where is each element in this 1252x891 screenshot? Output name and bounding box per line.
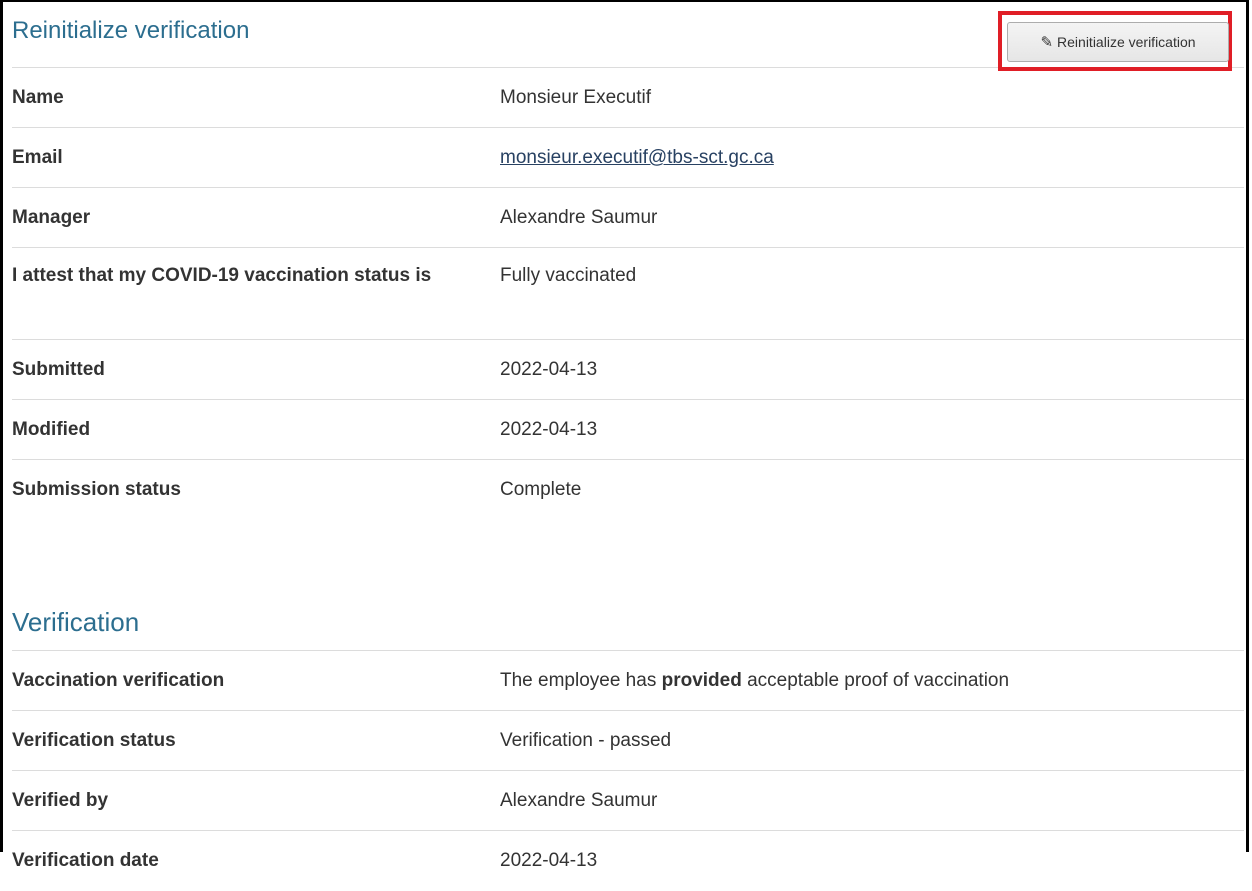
row-label: Verification date (12, 850, 159, 871)
row-label: Vaccination verification (12, 670, 225, 691)
row-value: Alexandre Saumur (500, 207, 658, 228)
row-label: Verified by (12, 790, 109, 811)
row-label: Submitted (12, 359, 105, 380)
row-value: 2022-04-13 (500, 419, 598, 440)
row-label: I attest that my COVID-19 vaccination st… (12, 265, 432, 286)
detail-row-submission-status: Submission status Complete (12, 460, 1244, 520)
row-value: The employee has provided acceptable pro… (500, 666, 1244, 710)
row-label: Submission status (12, 479, 181, 500)
section-title: Reinitialize verification (12, 17, 250, 44)
row-value: monsieur.executif@tbs-sct.gc.ca (500, 143, 1244, 187)
row-value: Alexandre Saumur (500, 790, 658, 811)
row-value: 2022-04-13 (500, 850, 598, 871)
row-value: Fully vaccinated (500, 265, 637, 286)
detail-row-verification-date: Verification date 2022-04-13 (12, 831, 1244, 891)
details-panel: Reinitialize verification Name Monsieur … (12, 0, 1244, 891)
row-value: 2022-04-13 (500, 359, 598, 380)
row-label: Manager (12, 207, 91, 228)
detail-row-verified-by: Verified by Alexandre Saumur (12, 771, 1244, 831)
verification-header: Verification (12, 593, 1244, 651)
detail-row-verification-status: Verification status Verification - passe… (12, 711, 1244, 771)
row-value: Complete (500, 479, 582, 500)
pencil-icon: ✎ (1040, 33, 1054, 51)
email-link[interactable]: monsieur.executif@tbs-sct.gc.ca (500, 147, 774, 168)
button-label: Reinitialize verification (1057, 34, 1196, 50)
row-value: Verification - passed (500, 730, 672, 751)
value-text: The employee has (500, 670, 662, 691)
row-value: Monsieur Executif (500, 87, 652, 108)
value-text: acceptable proof of vaccination (741, 670, 1010, 691)
detail-row-manager: Manager Alexandre Saumur (12, 188, 1244, 248)
detail-row-submitted: Submitted 2022-04-13 (12, 340, 1244, 400)
row-label: Verification status (12, 730, 176, 751)
detail-row-vaccination-verification: Vaccination verification The employee ha… (12, 651, 1244, 711)
section-title: Verification (12, 607, 140, 637)
row-label: Email (12, 147, 63, 168)
row-label: Name (12, 87, 64, 108)
detail-row-email: Email monsieur.executif@tbs-sct.gc.ca (12, 128, 1244, 188)
row-label: Modified (12, 419, 91, 440)
detail-row-modified: Modified 2022-04-13 (12, 400, 1244, 460)
reinitialize-verification-button[interactable]: ✎ Reinitialize verification (1007, 22, 1229, 62)
detail-row-vaccination-status: I attest that my COVID-19 vaccination st… (12, 248, 1244, 340)
detail-row-name: Name Monsieur Executif (12, 68, 1244, 128)
value-emphasis: provided (661, 670, 742, 691)
